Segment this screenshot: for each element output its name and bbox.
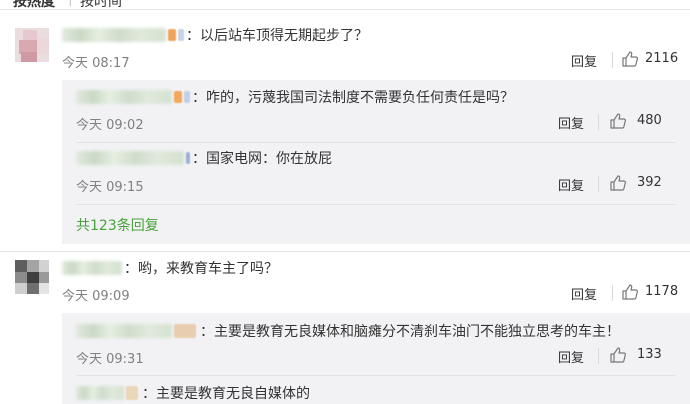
sort-bar: 按热度 | 按时间 bbox=[0, 0, 690, 11]
blurred-username[interactable] bbox=[76, 151, 184, 165]
thumbs-up-icon[interactable] bbox=[609, 112, 627, 130]
reply-button[interactable]: 回复 bbox=[558, 113, 584, 132]
user-badge bbox=[126, 386, 138, 400]
reply-button[interactable]: 回复 bbox=[571, 284, 597, 303]
avatar[interactable] bbox=[15, 260, 49, 294]
comment-text: ：以后站车顶得无期起步了？ bbox=[186, 28, 368, 44]
view-all-replies-link[interactable]: 共123条回复 bbox=[76, 215, 159, 235]
reply-separator bbox=[76, 142, 676, 143]
thumbs-up-icon[interactable] bbox=[609, 174, 627, 192]
reply-button[interactable]: 回复 bbox=[558, 347, 584, 366]
comment-divider bbox=[0, 251, 690, 252]
avatar[interactable] bbox=[15, 28, 49, 62]
user-badge bbox=[186, 152, 190, 164]
reply-text: ：咋的，污蔑我国司法制度不需要负任何责任是吗？ bbox=[192, 90, 514, 106]
like-count: 133 bbox=[637, 347, 662, 362]
like-count: 1178 bbox=[645, 284, 679, 299]
blurred-username[interactable] bbox=[62, 28, 166, 42]
like-count: 480 bbox=[637, 113, 662, 128]
action-divider bbox=[598, 114, 599, 130]
blurred-username[interactable] bbox=[76, 90, 172, 104]
reply-text: ：国家电网：你在放屁 bbox=[192, 151, 332, 167]
user-badge bbox=[174, 324, 196, 338]
reply-text: ：主要是教育无良自媒体的 bbox=[142, 386, 310, 402]
comment-time: 今天 08:17 bbox=[62, 56, 130, 71]
comment-text: ：哟，来教育车主了吗？ bbox=[124, 261, 278, 277]
action-divider bbox=[598, 176, 599, 192]
reply-button[interactable]: 回复 bbox=[571, 51, 597, 70]
blurred-username[interactable] bbox=[76, 386, 124, 400]
thumbs-up-icon[interactable] bbox=[609, 346, 627, 364]
reply-separator bbox=[76, 375, 676, 376]
comment-time: 今天 09:09 bbox=[62, 289, 130, 304]
sort-separator: | bbox=[68, 0, 73, 7]
reply-button[interactable]: 回复 bbox=[558, 175, 584, 194]
action-divider bbox=[612, 285, 613, 301]
user-badge bbox=[184, 91, 190, 103]
reply-time: 今天 09:02 bbox=[76, 118, 144, 133]
user-badge bbox=[168, 29, 176, 41]
reply-text: ：主要是教育无良媒体和脑瘫分不清刹车油门不能独立思考的车主！ bbox=[200, 324, 620, 340]
reply-separator bbox=[76, 204, 676, 205]
blurred-username[interactable] bbox=[76, 324, 172, 338]
sort-underline bbox=[0, 9, 690, 10]
reply-time: 今天 09:31 bbox=[76, 352, 144, 367]
user-badge bbox=[174, 91, 182, 103]
action-divider bbox=[598, 348, 599, 364]
action-divider bbox=[612, 52, 613, 68]
user-badge bbox=[178, 29, 184, 41]
like-count: 392 bbox=[637, 175, 662, 190]
thumbs-up-icon[interactable] bbox=[621, 50, 639, 68]
blurred-username[interactable] bbox=[62, 261, 122, 275]
reply-time: 今天 09:15 bbox=[76, 180, 144, 195]
thumbs-up-icon[interactable] bbox=[621, 283, 639, 301]
like-count: 2116 bbox=[645, 51, 679, 66]
